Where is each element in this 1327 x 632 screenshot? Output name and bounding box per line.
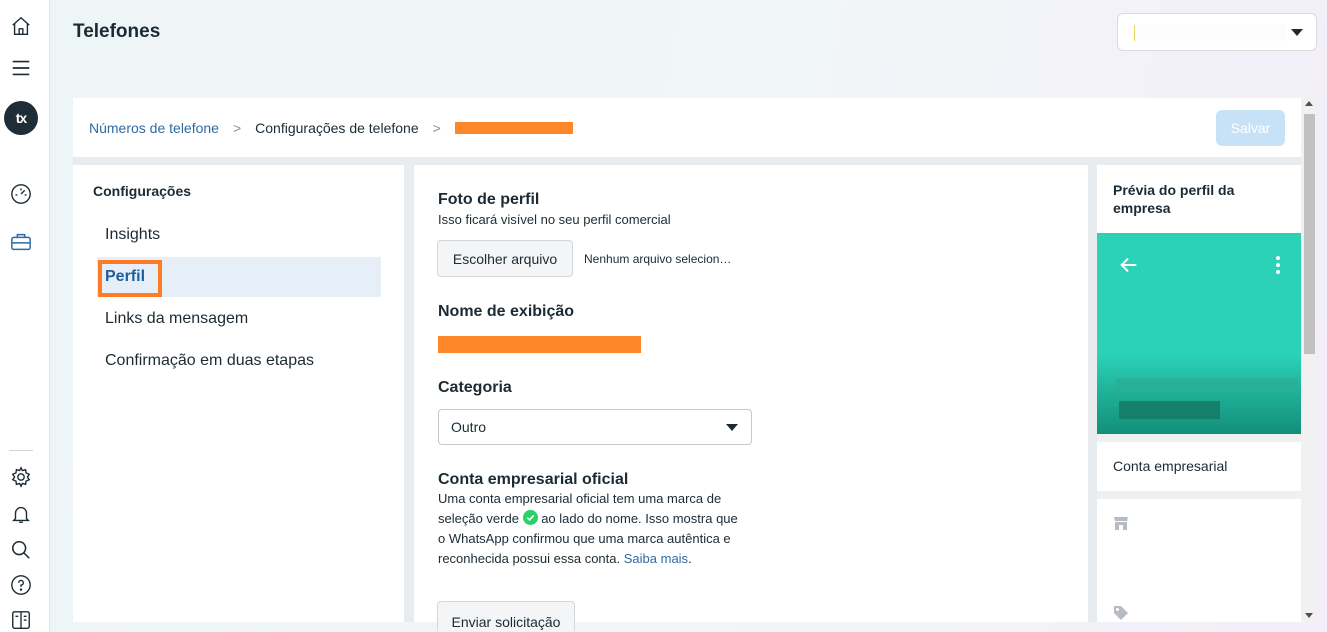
account-select-value bbox=[1134, 25, 1286, 41]
account-select[interactable] bbox=[1117, 13, 1317, 51]
verified-badge-icon bbox=[522, 510, 538, 525]
nav-item-insights[interactable]: Insights bbox=[97, 215, 381, 255]
preview-phone-redacted bbox=[1119, 401, 1220, 419]
nav-item-label: Links da mensagem bbox=[105, 310, 249, 327]
preview-header-shade bbox=[1097, 354, 1301, 434]
breadcrumb-phone-numbers[interactable]: Números de telefone bbox=[89, 120, 219, 136]
breadcrumb-phone-number-redacted bbox=[454, 122, 573, 134]
breadcrumb-separator: > bbox=[432, 119, 441, 136]
nav-item-two-step-verification[interactable]: Confirmação em duas etapas bbox=[97, 341, 381, 381]
preview-header bbox=[1097, 233, 1301, 434]
category-select-value: Outro bbox=[451, 419, 487, 435]
rail-divider bbox=[9, 450, 33, 451]
main-panel: Números de telefone > Configurações de t… bbox=[73, 98, 1301, 631]
official-account-title: Conta empresarial oficial bbox=[438, 471, 629, 488]
briefcase-icon[interactable] bbox=[9, 230, 33, 254]
preview-account-type: Conta empresarial bbox=[1097, 442, 1301, 491]
page-title: Telefones bbox=[73, 21, 161, 42]
file-status: Nenhum arquivo selecionado bbox=[584, 252, 734, 266]
dashboard-icon[interactable] bbox=[9, 182, 33, 206]
preview-details bbox=[1097, 499, 1301, 622]
scroll-down-arrow-icon[interactable] bbox=[1305, 613, 1313, 618]
breadcrumb: Números de telefone > Configurações de t… bbox=[73, 98, 1301, 157]
preview-title: Prévia do perfil da empresa bbox=[1097, 165, 1301, 233]
profile-preview: Prévia do perfil da empresa Conta empres… bbox=[1097, 165, 1301, 622]
official-account-description: Uma conta empresarial oficial tem uma ma… bbox=[438, 489, 748, 569]
nav-item-label: Confirmação em duas etapas bbox=[105, 352, 314, 369]
chevron-down-icon bbox=[726, 424, 738, 431]
settings-icon[interactable] bbox=[9, 465, 33, 489]
display-name-redacted bbox=[438, 336, 641, 353]
category-select[interactable]: Outro bbox=[438, 409, 752, 445]
left-rail: tx bbox=[0, 0, 50, 632]
profile-photo-title: Foto de perfil bbox=[438, 191, 540, 208]
back-arrow-icon bbox=[1120, 257, 1137, 273]
nav-title: Configurações bbox=[93, 183, 192, 199]
store-icon bbox=[1114, 517, 1128, 530]
more-options-icon bbox=[1276, 256, 1280, 274]
book-icon[interactable] bbox=[9, 608, 33, 632]
scrollbar[interactable] bbox=[1302, 98, 1317, 622]
learn-more-link[interactable]: Saiba mais bbox=[624, 551, 688, 566]
profile-photo-subtitle: Isso ficará visível no seu perfil comerc… bbox=[438, 212, 671, 227]
save-button[interactable]: Salvar bbox=[1216, 110, 1285, 146]
perfil-highlight-annotation bbox=[98, 260, 162, 297]
learn-more-suffix: . bbox=[688, 551, 692, 566]
search-icon[interactable] bbox=[9, 538, 33, 562]
scrollbar-thumb[interactable] bbox=[1304, 114, 1315, 354]
avatar-text: tx bbox=[15, 110, 27, 126]
send-request-button[interactable]: Enviar solicitação bbox=[437, 601, 575, 631]
preview-name-redacted bbox=[1116, 378, 1298, 392]
avatar[interactable]: tx bbox=[4, 101, 38, 135]
settings-nav: Configurações Insights Perfil Links da m… bbox=[73, 165, 404, 622]
help-icon[interactable] bbox=[9, 573, 33, 597]
breadcrumb-separator: > bbox=[232, 119, 242, 136]
nav-item-label: Insights bbox=[105, 226, 161, 243]
home-icon[interactable] bbox=[9, 14, 33, 38]
category-title: Categoria bbox=[438, 379, 512, 396]
menu-icon[interactable] bbox=[9, 56, 33, 80]
display-name-title: Nome de exibição bbox=[438, 303, 575, 320]
choose-file-button[interactable]: Escolher arquivo bbox=[437, 240, 573, 277]
chevron-down-icon bbox=[1291, 29, 1303, 36]
nav-item-message-links[interactable]: Links da mensagem bbox=[97, 299, 381, 339]
profile-settings: Foto de perfil Isso ficará visível no se… bbox=[414, 165, 1088, 631]
tag-icon bbox=[1114, 606, 1128, 620]
bell-icon[interactable] bbox=[9, 502, 33, 526]
breadcrumb-phone-settings: Configurações de telefone bbox=[255, 119, 419, 136]
scroll-up-arrow-icon[interactable] bbox=[1305, 101, 1313, 106]
